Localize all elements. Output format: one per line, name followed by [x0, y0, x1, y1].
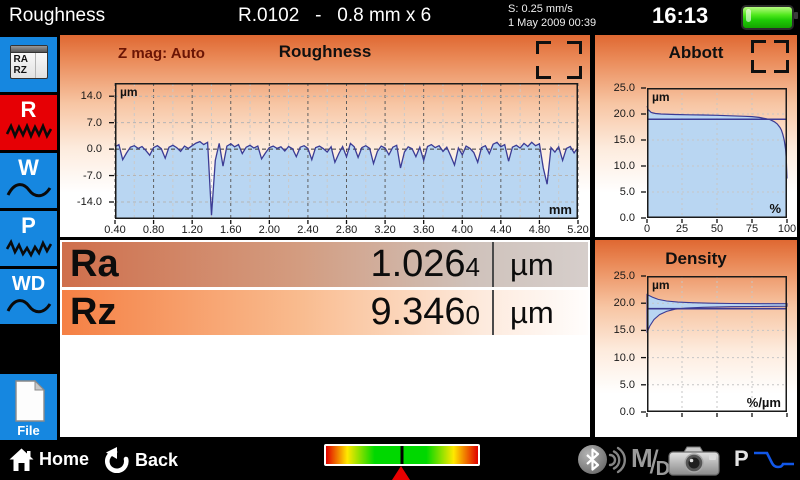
top-bar: Roughness R.0102 - 0.8 mm x 6 S: 0.25 mm…: [0, 0, 800, 33]
sidebar-item-ra-rz-table[interactable]: RA RZ: [0, 37, 57, 92]
memory-data-toggle[interactable]: M/D: [631, 443, 670, 480]
frame-corners-icon[interactable]: [536, 41, 582, 79]
parameter-name: Rz: [62, 291, 188, 334]
back-button[interactable]: Back: [102, 447, 178, 473]
abbott-panel: Abbott µm % 25.020.015.010.05.00.0 02550…: [595, 35, 797, 237]
sidebar-item-label: WD: [0, 272, 57, 296]
tolerance-level-bar: [324, 444, 480, 466]
abbott-x-labels: 0255075100: [647, 222, 787, 236]
profile-step-wave-icon: [752, 447, 796, 471]
sidebar-item-roughness[interactable]: R: [0, 95, 57, 150]
x-axis-unit: %/µm: [747, 395, 781, 410]
primary-profile-wave-icon: [6, 239, 52, 259]
results-panel: Ra 1.0264 µm Rz 9.3460 µm: [60, 240, 590, 437]
density-plot: µm %/µm: [647, 276, 787, 412]
sidebar-item-waviness[interactable]: W: [0, 153, 57, 208]
clock: 16:13: [652, 3, 708, 29]
sidebar-item-label: File: [0, 423, 57, 438]
rough-wave-icon: [6, 123, 52, 141]
y-axis-unit: µm: [120, 85, 138, 99]
parameter-unit: µm: [492, 290, 588, 335]
sidebar-item-label: W: [0, 156, 57, 180]
y-axis-unit: µm: [652, 278, 670, 292]
abbott-y-labels: 25.020.015.010.05.00.0: [595, 88, 643, 218]
speed-value: S: 0.25 mm/s: [508, 2, 596, 16]
sidebar-item-label: P: [0, 214, 57, 238]
camera-screenshot-button[interactable]: [666, 443, 722, 480]
y-axis-unit: µm: [652, 90, 670, 104]
abbott-plot-svg: [647, 88, 787, 218]
density-plot-svg: [647, 276, 787, 412]
page-title: Roughness: [9, 5, 105, 27]
abbott-plot: µm %: [647, 88, 787, 218]
parameter-name: Ra: [62, 243, 188, 286]
sidebar-item-profile[interactable]: P: [0, 211, 57, 266]
sidebar-item-file[interactable]: File: [0, 374, 57, 443]
p-label: P: [734, 446, 749, 472]
datetime-value: 1 May 2009 00:39: [508, 16, 596, 30]
smooth-wave-icon: [6, 181, 52, 201]
sidebar-item-label: R: [0, 98, 57, 122]
level-bar-center-mark: [401, 446, 404, 464]
back-arrow-icon: [102, 447, 131, 473]
level-marker-triangle: [392, 466, 410, 480]
result-row-ra[interactable]: Ra 1.0264 µm: [62, 242, 588, 287]
camera-icon: [666, 443, 722, 477]
home-icon: [8, 447, 35, 472]
battery-icon: [741, 5, 794, 30]
roughness-plot-svg: [115, 83, 578, 219]
bottom-bar: Home Back M/D: [0, 440, 800, 480]
density-panel: Density µm %/µm 25.020.015.010.05.00.0: [595, 240, 797, 437]
device-screen: Roughness R.0102 - 0.8 mm x 6 S: 0.25 mm…: [0, 0, 800, 480]
roughness-x-labels: 0.400.801.201.602.002.402.803.203.604.00…: [115, 223, 578, 237]
smooth-wave-icon: [6, 297, 52, 317]
frame-corners-icon[interactable]: [751, 40, 789, 73]
result-row-rz[interactable]: Rz 9.3460 µm: [62, 290, 588, 335]
sidebar-item-wd[interactable]: WD: [0, 269, 57, 324]
density-y-labels: 25.020.015.010.05.00.0: [595, 276, 643, 412]
roughness-y-labels: 14.07.00.0-7.0-14.0: [60, 83, 110, 219]
back-label: Back: [135, 450, 178, 471]
ra-rz-icon-line1: RA: [14, 54, 28, 65]
parameter-value: 1.0264: [188, 243, 492, 286]
profile-type-indicator[interactable]: P: [734, 446, 796, 472]
roughness-plot: µm mm: [115, 83, 578, 219]
signal-waves-icon: [608, 445, 632, 475]
roughness-chart-title: Roughness: [60, 42, 590, 62]
bluetooth-icon: [578, 445, 607, 474]
roughness-panel: Z mag: Auto Roughness µm mm 14.07.00.0-7…: [60, 35, 590, 237]
home-label: Home: [39, 449, 89, 470]
status-text: S: 0.25 mm/s 1 May 2009 00:39: [508, 2, 596, 30]
home-button[interactable]: Home: [8, 447, 89, 472]
density-chart-title: Density: [595, 249, 797, 269]
file-document-icon: [12, 380, 46, 422]
x-axis-unit: mm: [549, 202, 572, 217]
x-axis-unit: %: [769, 201, 781, 216]
measure-program-info: R.0102 - 0.8 mm x 6: [238, 5, 431, 27]
parameter-unit: µm: [492, 242, 588, 287]
ra-rz-icon-line2: RZ: [14, 65, 27, 76]
parameter-value: 9.3460: [188, 291, 492, 334]
table-icon: RA RZ: [10, 45, 48, 79]
